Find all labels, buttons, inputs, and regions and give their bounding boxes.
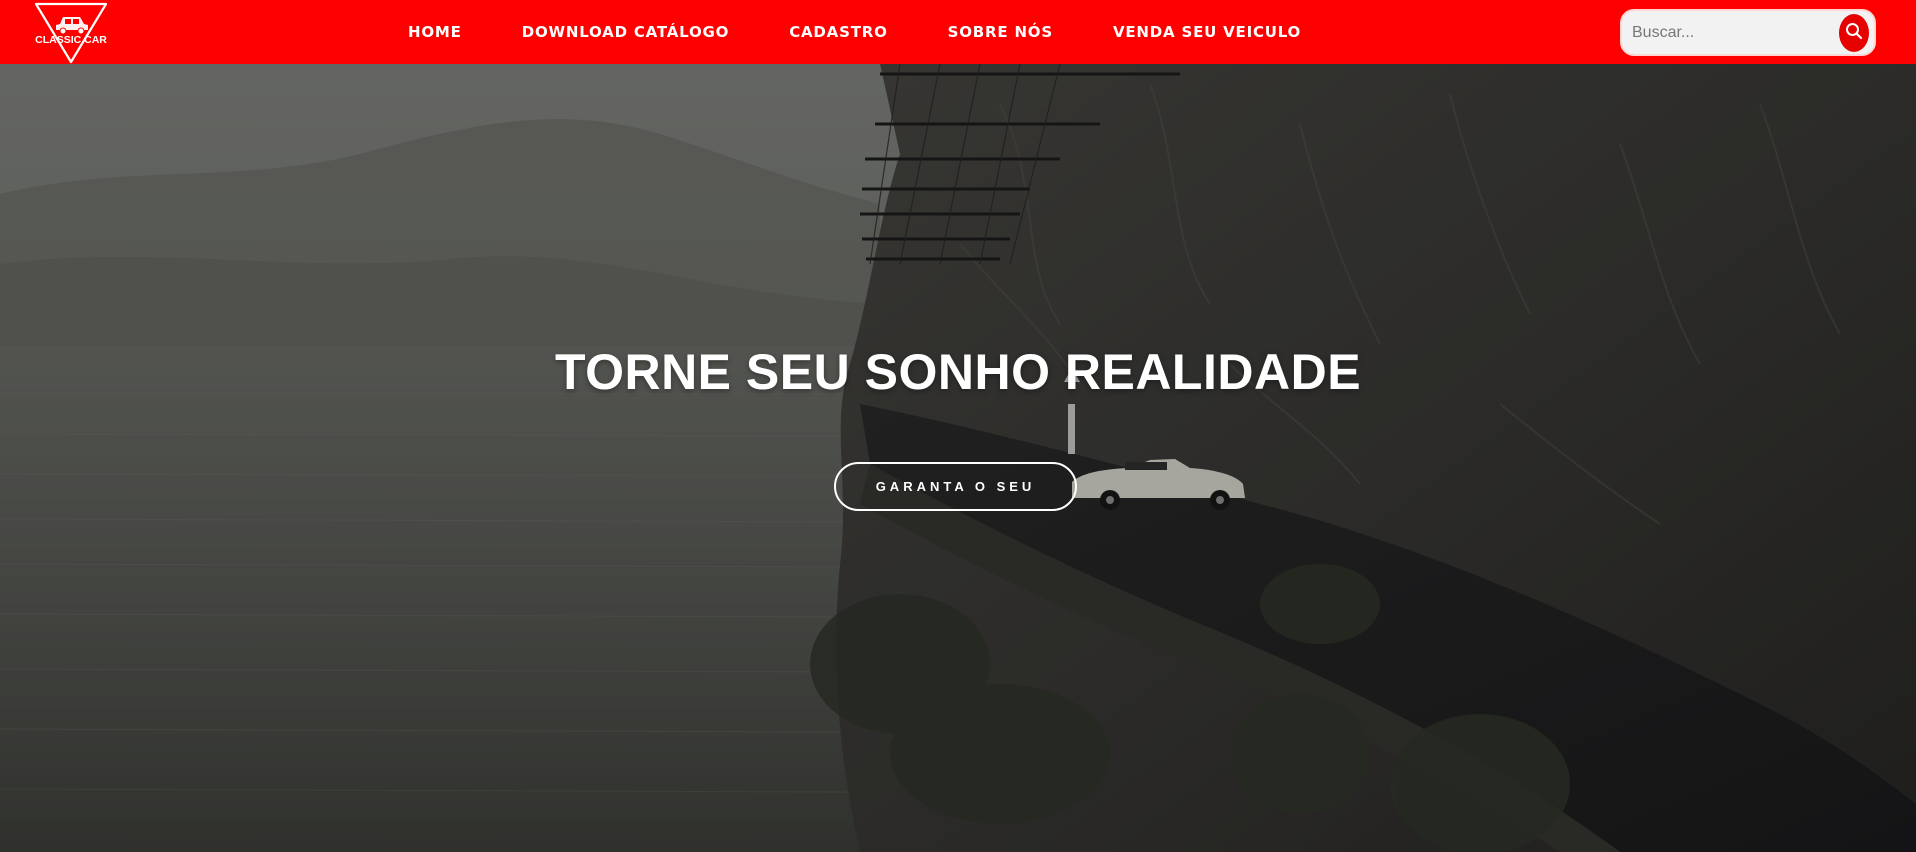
hero-cta-button[interactable]: GARANTA O SEU bbox=[834, 462, 1077, 511]
search-input[interactable] bbox=[1622, 11, 1839, 54]
main-nav: HOME DOWNLOAD CATÁLOGO CADASTRO SOBRE NÓ… bbox=[408, 0, 1301, 64]
header-bar: CLASSIC CAR HOME DOWNLOAD CATÁLOGO CADAS… bbox=[0, 0, 1916, 64]
nav-item-cadastro[interactable]: CADASTRO bbox=[789, 23, 887, 41]
search-form bbox=[1620, 9, 1876, 56]
search-icon bbox=[1845, 22, 1863, 43]
nav-item-home[interactable]: HOME bbox=[408, 23, 462, 41]
page: CLASSIC CAR HOME DOWNLOAD CATÁLOGO CADAS… bbox=[0, 0, 1916, 852]
nav-item-sobre-nos[interactable]: SOBRE NÓS bbox=[948, 23, 1053, 41]
nav-item-download-catalogo[interactable]: DOWNLOAD CATÁLOGO bbox=[522, 23, 730, 41]
hero-overlay bbox=[0, 64, 1916, 852]
brand-logo[interactable]: CLASSIC CAR bbox=[30, 0, 116, 64]
search-button[interactable] bbox=[1839, 13, 1869, 52]
nav-item-venda-seu-veiculo[interactable]: VENDA SEU VEICULO bbox=[1113, 23, 1301, 41]
hero-section: TORNE SEU SONHO REALIDADE GARANTA O SEU bbox=[0, 64, 1916, 852]
logo-text: CLASSIC CAR bbox=[35, 34, 107, 46]
hero-title: TORNE SEU SONHO REALIDADE bbox=[554, 344, 1362, 400]
